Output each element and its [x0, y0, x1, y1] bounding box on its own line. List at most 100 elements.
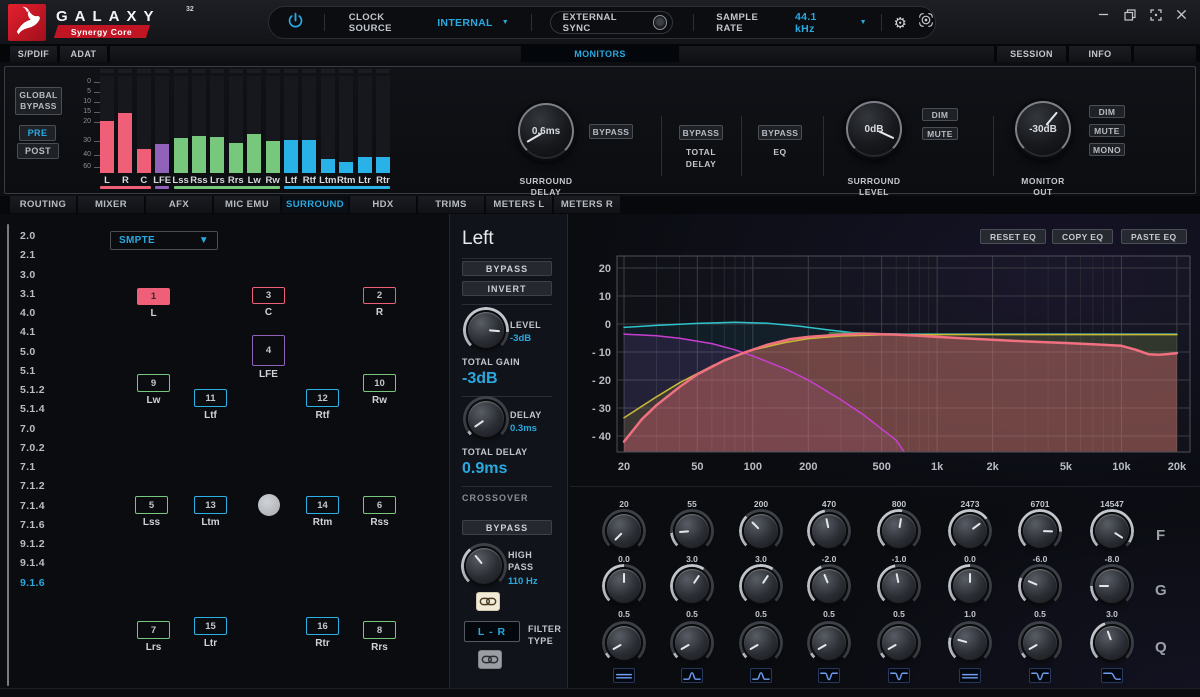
speaker-box-Lrs[interactable]: 7 — [137, 621, 170, 639]
tab-s-pdif[interactable]: S/PDIF — [10, 46, 57, 62]
tab-session[interactable]: SESSION — [997, 46, 1066, 62]
level-knob[interactable] — [468, 312, 504, 348]
band-7-freq-knob[interactable] — [1023, 514, 1057, 548]
band-3-filter-shape-bell-up-icon[interactable] — [750, 668, 772, 683]
sidebar-item-7.0.2[interactable]: 7.0.2 — [20, 442, 45, 454]
sidebar-item-5.1[interactable]: 5.1 — [20, 365, 36, 377]
sidebar-item-5.1.4[interactable]: 5.1.4 — [20, 403, 45, 415]
post-button[interactable]: POST — [17, 143, 59, 159]
tab-surround[interactable]: SURROUND — [282, 196, 348, 213]
monitor-out-mono-button[interactable]: MONO — [1089, 143, 1125, 156]
sidebar-item-5.0[interactable]: 5.0 — [20, 346, 36, 358]
sidebar-item-7.1.4[interactable]: 7.1.4 — [20, 500, 45, 512]
highpass-knob[interactable] — [466, 548, 502, 584]
channel-invert-button[interactable]: INVERT — [462, 281, 552, 296]
tab-mic-emu[interactable]: MIC EMU — [214, 196, 280, 213]
sidebar-item-7.1[interactable]: 7.1 — [20, 461, 36, 473]
band-5-freq-knob[interactable] — [882, 514, 916, 548]
band-6-gain-knob[interactable] — [953, 569, 987, 603]
band-5-filter-shape-bell-down-icon[interactable] — [888, 668, 910, 683]
band-5-q-knob[interactable] — [882, 626, 916, 660]
band-8-filter-shape-lowpass-icon[interactable] — [1101, 668, 1123, 683]
speaker-box-Rrs[interactable]: 8 — [363, 621, 396, 639]
band-4-gain-knob[interactable] — [812, 569, 846, 603]
band-4-freq-knob[interactable] — [812, 514, 846, 548]
band-8-q-knob[interactable] — [1095, 626, 1129, 660]
speaker-box-R[interactable]: 2 — [363, 287, 396, 304]
band-3-q-knob[interactable] — [744, 626, 778, 660]
sidebar-item-7.1.2[interactable]: 7.1.2 — [20, 480, 45, 492]
speaker-box-Ltm[interactable]: 13 — [194, 496, 227, 514]
global-bypass-button[interactable]: GLOBALBYPASS — [15, 87, 62, 115]
tab-meters-l[interactable]: METERS L — [486, 196, 552, 213]
band-2-filter-shape-bell-up-icon[interactable] — [681, 668, 703, 683]
restore-button[interactable] — [1123, 8, 1136, 21]
band-7-gain-knob[interactable] — [1023, 569, 1057, 603]
reset-eq-button[interactable]: RESET EQ — [980, 229, 1046, 244]
settings-gear-icon[interactable]: ⚙ — [894, 14, 907, 32]
band-4-filter-shape-bell-down-icon[interactable] — [818, 668, 840, 683]
band-7-filter-shape-bell-down-icon[interactable] — [1029, 668, 1051, 683]
monitor-eye-icon[interactable] — [917, 11, 935, 34]
total-delay-bypass-button[interactable]: BYPASS — [679, 125, 723, 140]
copy-eq-button[interactable]: COPY EQ — [1052, 229, 1113, 244]
sidebar-scrollbar[interactable] — [7, 224, 9, 686]
sidebar-item-7.1.6[interactable]: 7.1.6 — [20, 519, 45, 531]
sidebar-item-9.1.2[interactable]: 9.1.2 — [20, 538, 45, 550]
highpass-link-button[interactable] — [476, 592, 500, 611]
band-7-q-knob[interactable] — [1023, 626, 1057, 660]
monitor-out-dim-button[interactable]: DIM — [1089, 105, 1125, 118]
pre-button[interactable]: PRE — [19, 125, 56, 141]
band-6-filter-shape-flat-icon[interactable] — [959, 668, 981, 683]
band-2-gain-knob[interactable] — [675, 569, 709, 603]
tab-routing[interactable]: ROUTING — [10, 196, 76, 213]
channel-bypass-button[interactable]: BYPASS — [462, 261, 552, 276]
crossover-bypass-button[interactable]: BYPASS — [462, 520, 552, 535]
band-2-q-knob[interactable] — [675, 626, 709, 660]
clock-source-value[interactable]: INTERNAL — [437, 17, 492, 29]
sidebar-item-3.0[interactable]: 3.0 — [20, 269, 36, 281]
speaker-box-Rtm[interactable]: 14 — [306, 496, 339, 514]
chevron-down-icon[interactable]: ▼ — [502, 19, 509, 26]
band-1-freq-knob[interactable] — [607, 514, 641, 548]
surround-delay-bypass-button[interactable]: BYPASS — [589, 124, 633, 139]
speaker-box-C[interactable]: 3 — [252, 287, 285, 304]
sidebar-item-2.0[interactable]: 2.0 — [20, 230, 36, 242]
band-8-gain-knob[interactable] — [1095, 569, 1129, 603]
band-1-q-knob[interactable] — [607, 626, 641, 660]
surround-delay-knob[interactable]: 0.6ms — [518, 103, 574, 159]
speaker-box-LFE[interactable]: 4 — [252, 335, 285, 366]
fullscreen-button[interactable] — [1149, 8, 1162, 21]
speaker-box-Lss[interactable]: 5 — [135, 496, 168, 514]
sidebar-item-9.1.4[interactable]: 9.1.4 — [20, 557, 45, 569]
band-1-gain-knob[interactable] — [607, 569, 641, 603]
speaker-box-Rtr[interactable]: 16 — [306, 617, 339, 635]
surround-level-mute-button[interactable]: MUTE — [922, 127, 958, 140]
tab-adat[interactable]: ADAT — [60, 46, 107, 62]
sample-rate-value[interactable]: 44.1 kHz — [795, 11, 838, 35]
power-button[interactable] — [287, 12, 314, 34]
tab-meters-r[interactable]: METERS R — [554, 196, 620, 213]
sidebar-item-9.1.6[interactable]: 9.1.6 — [20, 577, 45, 589]
tab-trims[interactable]: TRIMS — [418, 196, 484, 213]
sidebar-item-7.0[interactable]: 7.0 — [20, 423, 36, 435]
speaker-box-Rtf[interactable]: 12 — [306, 389, 339, 407]
band-5-gain-knob[interactable] — [882, 569, 916, 603]
band-2-freq-knob[interactable] — [675, 514, 709, 548]
surround-level-knob[interactable]: 0dB — [846, 101, 902, 157]
surround-level-dim-button[interactable]: DIM — [922, 108, 958, 121]
tab-info[interactable]: INFO — [1069, 46, 1131, 62]
sidebar-item-5.1.2[interactable]: 5.1.2 — [20, 384, 45, 396]
filter-type-value[interactable]: L - R — [464, 621, 520, 642]
sidebar-item-2.1[interactable]: 2.1 — [20, 249, 36, 261]
band-3-gain-knob[interactable] — [744, 569, 778, 603]
speaker-box-L[interactable]: 1 — [137, 288, 170, 305]
sidebar-item-3.1[interactable]: 3.1 — [20, 288, 36, 300]
monitor-out-knob[interactable]: -30dB — [1015, 101, 1071, 157]
tab-mixer[interactable]: MIXER — [78, 196, 144, 213]
band-3-freq-knob[interactable] — [744, 514, 778, 548]
band-6-q-knob[interactable] — [953, 626, 987, 660]
chevron-down-icon[interactable]: ▼ — [860, 19, 867, 26]
paste-eq-button[interactable]: PASTE EQ — [1121, 229, 1187, 244]
external-sync-button[interactable]: EXTERNAL SYNC — [550, 11, 674, 34]
